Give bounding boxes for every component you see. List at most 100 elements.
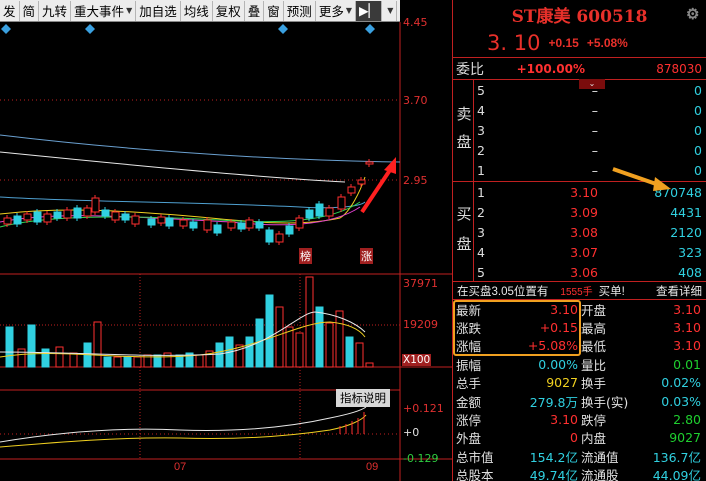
sell-level: 3 [477,122,485,138]
volume-bar [123,356,132,368]
candle [121,213,130,221]
candle [23,213,32,221]
volume-bar [215,342,224,368]
stat-label: 流通值 [581,449,619,465]
volume-bar [41,348,50,368]
candle [275,233,284,243]
buy-price: 3.07 [570,244,598,260]
stat-label: 总手 [456,376,482,392]
stat-value: 9027 [669,430,701,446]
buy-price: 3.09 [570,204,598,220]
volume-bar [355,342,364,368]
candle [347,186,356,194]
stat-value: +5.08% [527,338,578,354]
sell-row[interactable]: 4 – 0 [474,100,706,120]
volume-unit: X100 [402,354,432,366]
kline-chart[interactable]: 4.45 3.70 2.95 37971 19209 X100 +0.121 +… [0,16,452,481]
candle [285,225,294,235]
stat-label: 开盘 [581,302,607,318]
sell-row[interactable]: 2 – 0 [474,140,706,160]
stat-value: 279.8万 [529,394,578,410]
chart-canvas [0,22,452,481]
sell-price: – [591,102,598,118]
stats-row: 总股本 49.74亿 流通股 44.09亿 [453,466,706,481]
sell-side-label-1: 卖 [456,105,472,123]
dragon-tiger-marker[interactable]: 榜 [299,248,312,264]
view-detail-link[interactable]: 查看详细 [656,283,706,299]
volume-bar [103,356,112,368]
candle [165,217,174,227]
buy-row[interactable]: 5 3.06 408 [474,262,706,282]
candle [295,217,304,229]
stats-row: 最新 3.10 开盘 3.10 [453,300,706,318]
buy-row[interactable]: 2 3.09 4431 [474,202,706,222]
collapse-panel-icon[interactable]: ▶▏ [355,0,383,21]
stats-row: 金额 279.8万 换手(实) 0.03% [453,392,706,410]
sell-level: 4 [477,102,485,118]
volume-bar [305,276,314,368]
buy-level: 2 [477,204,485,220]
toolbar-dropdown-icon[interactable]: ▼ [382,0,398,21]
buy-price: 3.10 [570,184,598,200]
gear-icon[interactable]: ⚙ [686,5,702,23]
volume-bar [295,332,304,368]
toolbar-more-button[interactable]: 更多 ▼ [316,0,356,21]
buy-volume: 408 [678,264,702,280]
order-alert-action: 买单! [598,285,625,298]
stat-label: 换手(实) [581,394,629,410]
price-axis-high: 4.45 [403,16,428,29]
volume-bar [275,306,284,368]
buy-volume: 4431 [670,204,702,220]
candle [43,213,52,223]
stat-value: 3.10 [673,338,701,354]
candle [73,207,82,219]
buy-price: 3.06 [570,264,598,280]
stock-title: ST康美 600518 [511,6,648,27]
toolbar-fa-button[interactable]: 发 [0,0,20,21]
toolbar-simple-button[interactable]: 简 [20,0,40,21]
toolbar-ma-button[interactable]: 均线 [181,0,213,21]
toolbar-adjust-button[interactable]: 复权 [213,0,245,21]
stats-table: 最新 3.10 开盘 3.10 涨跌 +0.15 最高 3.10 涨幅 +5.08% 最低 3.10 振… [453,300,706,481]
stat-value: 0.00% [538,356,578,372]
candle [337,196,346,210]
stats-row: 外盘 0 内盘 9027 [453,429,706,447]
order-alert-text: 在买盘3.05位置有 [457,285,549,298]
toolbar-overlay-button[interactable]: 叠 [245,0,265,21]
stat-value: 9027 [546,375,578,391]
more-label: 更多 [318,4,344,19]
sell-price: – [591,162,598,178]
candle [63,209,72,219]
expand-chevron-icon[interactable]: ⌄ [579,79,605,89]
buy-level: 4 [477,244,485,260]
volume-bar [315,306,324,368]
events-label: 重大事件 [74,4,125,19]
toolbar-events-button[interactable]: 重大事件 ▼ [71,0,137,21]
limit-up-marker[interactable]: 涨 [360,248,373,264]
toolbar-forecast-button[interactable]: 预测 [284,0,316,21]
stat-label: 量比 [581,357,607,373]
toolbar-add-favorite-button[interactable]: 加自选 [136,0,181,21]
toolbar-window-button[interactable]: 窗 [264,0,284,21]
buy-row[interactable]: 4 3.07 323 [474,242,706,262]
buy-volume: 2120 [670,224,702,240]
stat-value: 3.10 [550,412,578,428]
volume-bar [325,322,334,368]
stats-row: 涨跌 +0.15 最高 3.10 [453,318,706,336]
volume-bar [245,336,254,368]
stat-label: 振幅 [456,357,482,373]
sell-level: 2 [477,142,485,158]
indicator-axis-zero: +0 [403,426,420,439]
price-axis-mid: 3.70 [403,94,428,107]
candle [245,219,254,229]
sell-row[interactable]: 3 – 0 [474,120,706,140]
stat-value: 0 [570,430,578,446]
candle [325,207,334,217]
weibi-diff: 878030 [656,61,702,76]
toolbar-jiuzhuan-button[interactable]: 九转 [39,0,72,21]
buy-row[interactable]: 3 3.08 2120 [474,222,706,242]
sell-level: 1 [477,162,485,178]
sell-volume: 0 [694,142,702,158]
indicator-help-button[interactable]: 指标说明 [336,389,390,407]
candle [203,219,212,231]
